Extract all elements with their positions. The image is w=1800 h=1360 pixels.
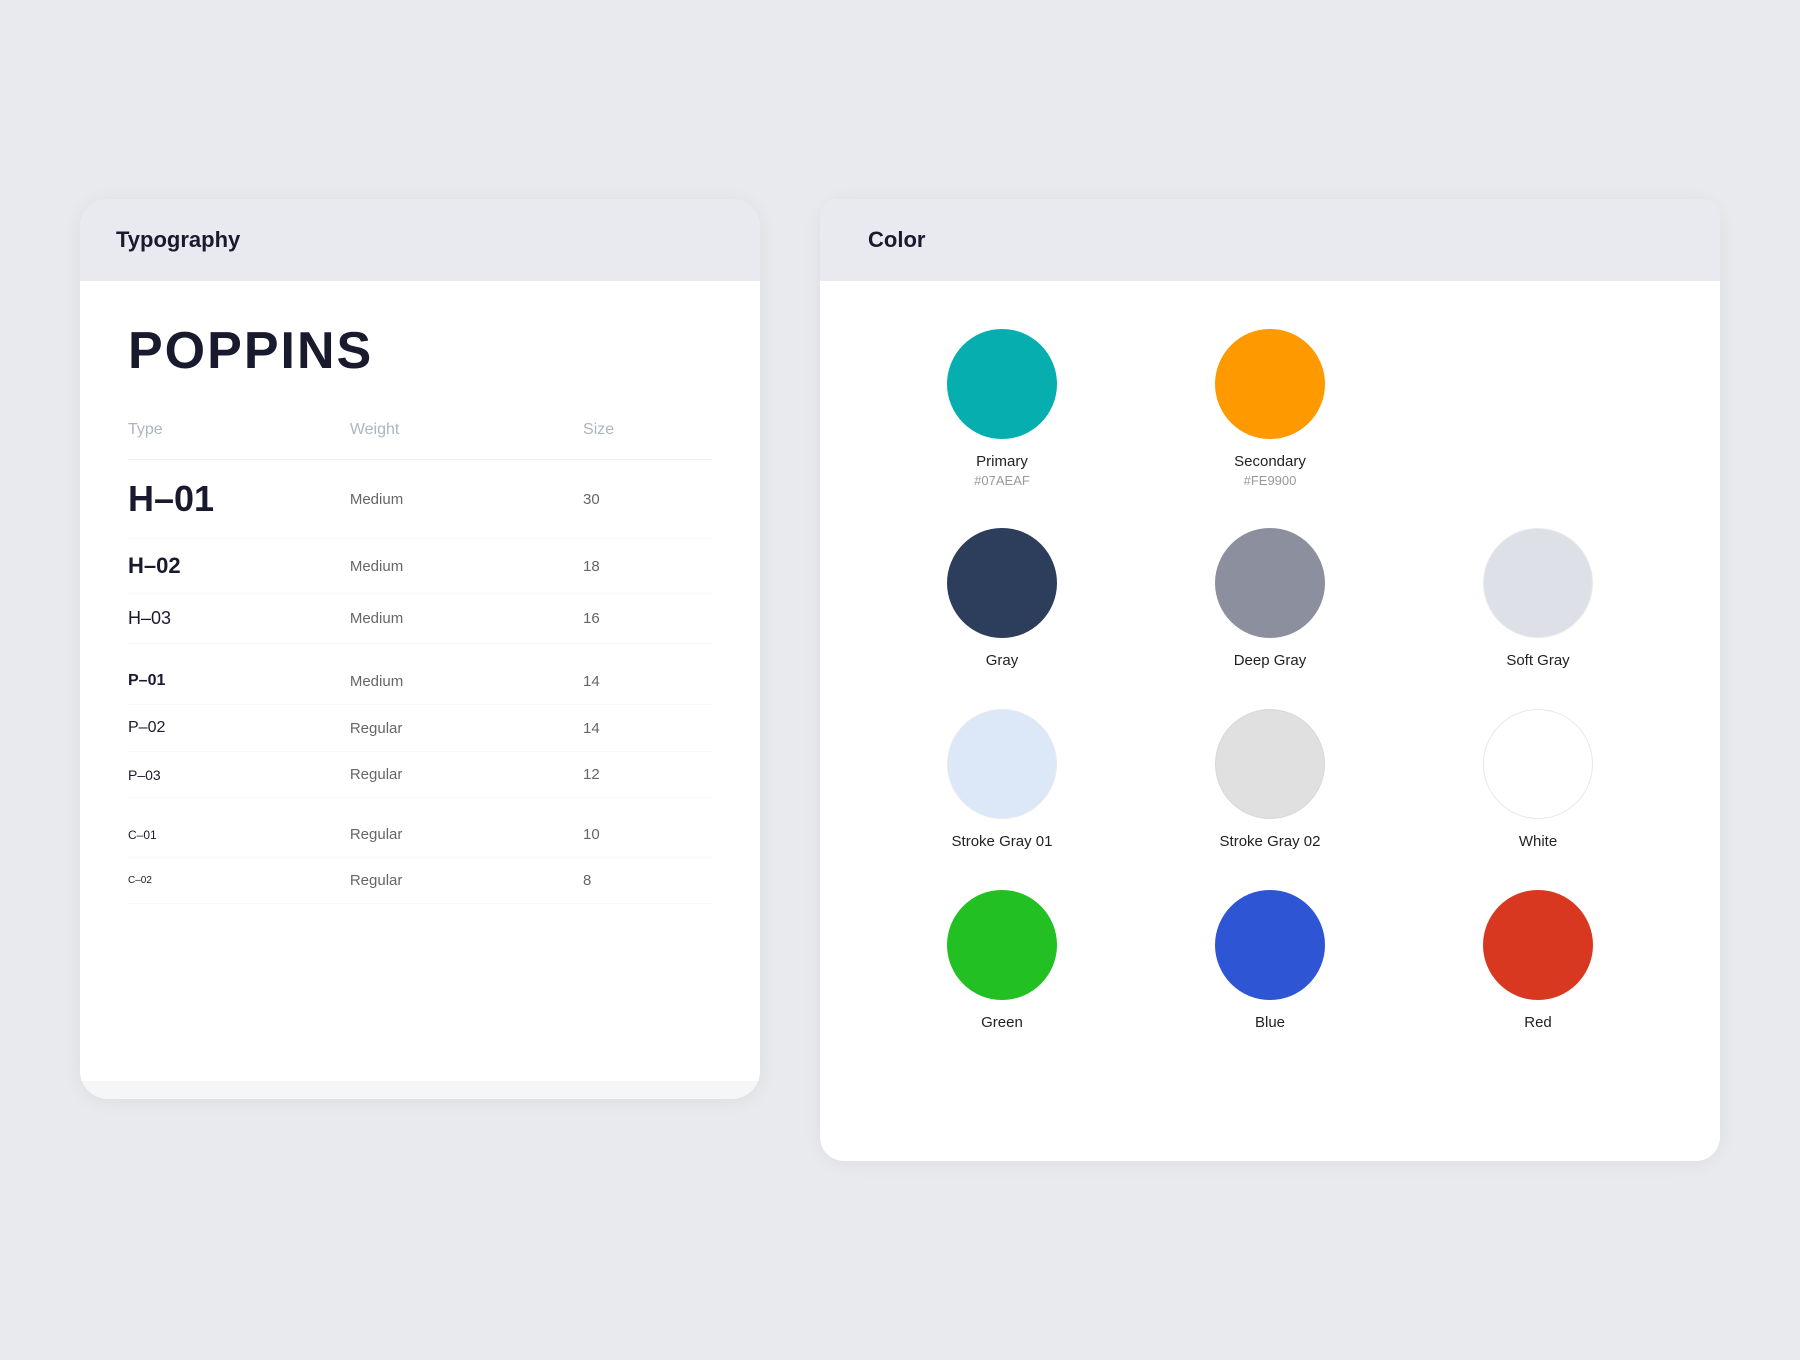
typography-body: POPPINS Type Weight Size H–01 Medium 30 xyxy=(80,281,760,1081)
weight-label: Medium xyxy=(290,644,503,705)
type-label: C–02 xyxy=(128,858,290,904)
color-item-secondary: Secondary #FE9900 xyxy=(1136,329,1404,488)
swatch-green xyxy=(947,890,1057,1000)
color-hex: #07AEAF xyxy=(974,473,1030,488)
color-name: White xyxy=(1519,833,1557,850)
weight-label: Regular xyxy=(290,798,503,858)
color-info-deep-gray: Deep Gray xyxy=(1234,652,1307,669)
color-name: Soft Gray xyxy=(1506,652,1569,669)
table-row: P–03 Regular 12 xyxy=(128,752,712,798)
type-label: H–01 xyxy=(128,460,290,539)
type-label: C–01 xyxy=(128,798,290,858)
color-info-secondary: Secondary #FE9900 xyxy=(1234,453,1306,488)
color-item-white: White xyxy=(1404,709,1672,850)
color-item-stroke-gray-02: Stroke Gray 02 xyxy=(1136,709,1404,850)
weight-label: Regular xyxy=(290,705,503,752)
color-name: Stroke Gray 01 xyxy=(952,833,1053,850)
type-label: H–03 xyxy=(128,594,290,644)
typography-card: Typography POPPINS Type Weight Size H–01… xyxy=(80,199,760,1099)
color-name: Red xyxy=(1524,1014,1552,1031)
color-info-stroke-gray-02: Stroke Gray 02 xyxy=(1220,833,1321,850)
color-item-stroke-gray-01: Stroke Gray 01 xyxy=(868,709,1136,850)
color-info-gray: Gray xyxy=(986,652,1019,669)
color-card: Color Primary #07AEAF Secondary #FE9900 xyxy=(820,199,1720,1161)
type-label: P–02 xyxy=(128,705,290,752)
size-label: 18 xyxy=(503,539,712,594)
color-title: Color xyxy=(868,227,1672,253)
size-label: 8 xyxy=(503,858,712,904)
type-label: P–01 xyxy=(128,644,290,705)
color-hex: #FE9900 xyxy=(1234,473,1306,488)
color-name: Primary xyxy=(974,453,1030,470)
color-item-red: Red xyxy=(1404,890,1672,1031)
type-label: H–02 xyxy=(128,539,290,594)
swatch-blue xyxy=(1215,890,1325,1000)
weight-label: Regular xyxy=(290,858,503,904)
color-info-stroke-gray-01: Stroke Gray 01 xyxy=(952,833,1053,850)
color-name: Deep Gray xyxy=(1234,652,1307,669)
swatch-secondary xyxy=(1215,329,1325,439)
type-label: P–03 xyxy=(128,752,290,798)
weight-label: Regular xyxy=(290,752,503,798)
table-row: P–01 Medium 14 xyxy=(128,644,712,705)
swatch-soft-gray xyxy=(1483,528,1593,638)
swatch-deep-gray xyxy=(1215,528,1325,638)
page-wrapper: Typography POPPINS Type Weight Size H–01… xyxy=(80,199,1720,1161)
table-row: H–02 Medium 18 xyxy=(128,539,712,594)
size-label: 12 xyxy=(503,752,712,798)
swatch-stroke-gray-01 xyxy=(947,709,1057,819)
typography-title: Typography xyxy=(116,227,724,253)
color-item-primary: Primary #07AEAF xyxy=(868,329,1136,488)
color-info-red: Red xyxy=(1524,1014,1552,1031)
color-info-soft-gray: Soft Gray xyxy=(1506,652,1569,669)
color-header: Color xyxy=(820,199,1720,281)
color-name: Secondary xyxy=(1234,453,1306,470)
weight-label: Medium xyxy=(290,460,503,539)
swatch-red xyxy=(1483,890,1593,1000)
color-grid: Primary #07AEAF Secondary #FE9900 xyxy=(868,329,1672,1031)
table-row: C–01 Regular 10 xyxy=(128,798,712,858)
color-item-gray: Gray xyxy=(868,528,1136,669)
size-label: 10 xyxy=(503,798,712,858)
swatch-primary xyxy=(947,329,1057,439)
color-item-green: Green xyxy=(868,890,1136,1031)
table-row: C–02 Regular 8 xyxy=(128,858,712,904)
size-label: 16 xyxy=(503,594,712,644)
color-info-blue: Blue xyxy=(1255,1014,1285,1031)
color-name: Gray xyxy=(986,652,1019,669)
swatch-white xyxy=(1483,709,1593,819)
table-row: H–01 Medium 30 xyxy=(128,460,712,539)
color-body: Primary #07AEAF Secondary #FE9900 xyxy=(820,281,1720,1161)
swatch-stroke-gray-02 xyxy=(1215,709,1325,819)
color-item-blue: Blue xyxy=(1136,890,1404,1031)
swatch-gray xyxy=(947,528,1057,638)
font-name: POPPINS xyxy=(128,321,712,381)
col-weight: Weight xyxy=(290,421,503,460)
size-label: 14 xyxy=(503,644,712,705)
weight-label: Medium xyxy=(290,594,503,644)
typography-header: Typography xyxy=(80,199,760,281)
color-item-soft-gray: Soft Gray xyxy=(1404,528,1672,669)
size-label: 30 xyxy=(503,460,712,539)
color-name: Blue xyxy=(1255,1014,1285,1031)
color-name: Green xyxy=(981,1014,1023,1031)
color-info-primary: Primary #07AEAF xyxy=(974,453,1030,488)
table-row: H–03 Medium 16 xyxy=(128,594,712,644)
color-item-empty-1 xyxy=(1404,329,1672,488)
col-type: Type xyxy=(128,421,290,460)
color-item-deep-gray: Deep Gray xyxy=(1136,528,1404,669)
table-row: P–02 Regular 14 xyxy=(128,705,712,752)
col-size: Size xyxy=(503,421,712,460)
weight-label: Medium xyxy=(290,539,503,594)
color-info-green: Green xyxy=(981,1014,1023,1031)
size-label: 14 xyxy=(503,705,712,752)
color-info-white: White xyxy=(1519,833,1557,850)
type-table: Type Weight Size H–01 Medium 30 H–02 Med… xyxy=(128,421,712,904)
color-name: Stroke Gray 02 xyxy=(1220,833,1321,850)
